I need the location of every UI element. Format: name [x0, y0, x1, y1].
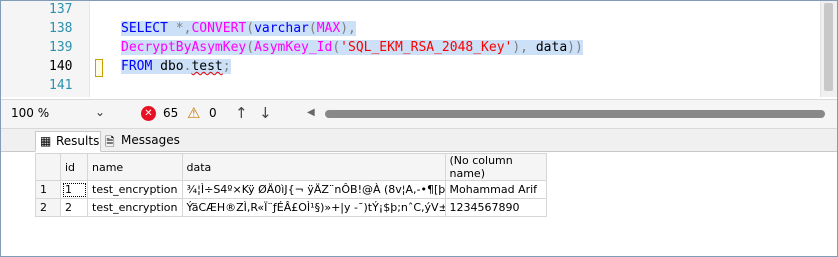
function-token: DecryptByAsymKey: [121, 40, 247, 55]
row-number[interactable]: 2: [35, 198, 61, 217]
line-number-gutter: 137 138 139 140 141: [1, 1, 90, 97]
grid-icon: ▦: [40, 134, 52, 148]
cell-data[interactable]: ¾¦Ì÷S4º×Kÿ ØÄ0ìJ{¬ ÿÄZ¨nÔB!@À (8v¦A,-•¶[…: [181, 180, 446, 199]
code-line-138[interactable]: SELECT *,CONVERT(varchar(MAX),: [121, 21, 356, 36]
keyword: SELECT: [121, 21, 168, 36]
messages-icon: 🗎: [105, 135, 115, 149]
results-tab-strip: ▦ Results 🗎 Messages: [1, 129, 837, 152]
cell-result[interactable]: Mohammad Arif: [444, 180, 547, 199]
current-line-marker: [95, 59, 103, 77]
table-token: test: [191, 59, 223, 74]
scroll-left-icon[interactable]: ◀: [307, 107, 315, 118]
arrow-down-icon[interactable]: ↓: [259, 104, 272, 122]
column-header[interactable]: id: [60, 153, 88, 181]
column-token: data: [528, 40, 568, 55]
error-icon[interactable]: ✕: [141, 106, 156, 121]
editor-horizontal-scrollbar[interactable]: ◀: [291, 107, 825, 119]
code-token: )): [567, 40, 583, 55]
code-line-139[interactable]: DecryptByAsymKey(AsymKey_Id('SQL_EKM_RSA…: [121, 40, 583, 55]
tab-label: Messages: [121, 133, 180, 147]
line-number: 137: [49, 2, 73, 17]
column-header[interactable]: (No column name): [444, 153, 547, 181]
code-token: (: [332, 40, 341, 55]
function-token: CONVERT: [191, 21, 247, 36]
cell-data[interactable]: ÝäCÆH®ZÌ,R«Ï¨ƒÉÂ£OÌ¹§)»+|y -¯)tÝ¡$þ;nˆC,…: [181, 198, 446, 217]
cell-result[interactable]: 1234567890: [444, 198, 547, 217]
results-grid-pane: id name data (No column name) 1 1 test_e…: [1, 152, 837, 256]
tab-label: Results: [56, 134, 100, 148]
column-header[interactable]: data: [181, 153, 446, 181]
line-number: 141: [49, 78, 73, 93]
cell-id[interactable]: 2: [60, 198, 88, 217]
ssms-window: 137 138 139 140 141 SELECT *,CONVERT(var…: [0, 0, 838, 257]
code-token: (: [246, 40, 255, 55]
table-row[interactable]: 1 1 test_encryption ¾¦Ì÷S4º×Kÿ ØÄ0ìJ{¬ ÿ…: [35, 180, 547, 199]
table-row[interactable]: 2 2 test_encryption ÝäCÆH®ZÌ,R«Ï¨ƒÉÂ£OÌ¹…: [35, 198, 547, 217]
function-token: AsymKey_Id: [254, 40, 333, 55]
cell-name[interactable]: test_encryption: [87, 198, 183, 217]
schema-token: dbo: [152, 59, 184, 74]
zoom-level[interactable]: 100 %: [11, 106, 49, 120]
code-token: (: [308, 21, 317, 36]
tab-messages[interactable]: 🗎 Messages: [101, 131, 183, 150]
editor-vertical-scrollbar[interactable]: [820, 1, 837, 97]
grid-header-row: id name data (No column name): [35, 153, 547, 181]
results-grid[interactable]: id name data (No column name) 1 1 test_e…: [35, 153, 547, 217]
editor-status-bar: 100 % ⌄ ✕ 65 ⚠ 0 ↑ ↓ ◀: [1, 99, 837, 129]
scrollbar-thumb[interactable]: [824, 3, 833, 91]
row-header-corner[interactable]: [35, 153, 61, 181]
row-number[interactable]: 1: [35, 180, 61, 199]
code-token: ),: [512, 40, 529, 55]
code-token: (: [246, 21, 255, 36]
line-number: 140: [49, 59, 73, 74]
error-count: 65: [163, 106, 179, 120]
query-editor[interactable]: 137 138 139 140 141 SELECT *,CONVERT(var…: [1, 1, 837, 97]
cell-name[interactable]: test_encryption: [87, 180, 183, 199]
warning-icon[interactable]: ⚠: [187, 104, 200, 122]
keyword: varchar: [254, 21, 309, 36]
code-line-140[interactable]: FROM dbo.test;: [121, 59, 231, 74]
cell-id[interactable]: 1: [60, 180, 88, 199]
tab-results[interactable]: ▦ Results: [35, 131, 101, 152]
chevron-down-icon[interactable]: ⌄: [95, 105, 105, 119]
code-token: ;: [222, 59, 231, 74]
column-header[interactable]: name: [87, 153, 183, 181]
code-token: ),: [340, 21, 356, 36]
arrow-up-icon[interactable]: ↑: [235, 104, 248, 122]
keyword: MAX: [316, 21, 341, 36]
code-token: *,: [167, 21, 192, 36]
scrollbar-thumb[interactable]: [325, 110, 825, 118]
keyword: FROM: [121, 59, 153, 74]
line-number: 138: [49, 21, 73, 36]
string-literal: 'SQL_EKM_RSA_2048_Key': [340, 40, 513, 55]
warning-count: 0: [209, 106, 217, 120]
line-number: 139: [49, 40, 73, 55]
